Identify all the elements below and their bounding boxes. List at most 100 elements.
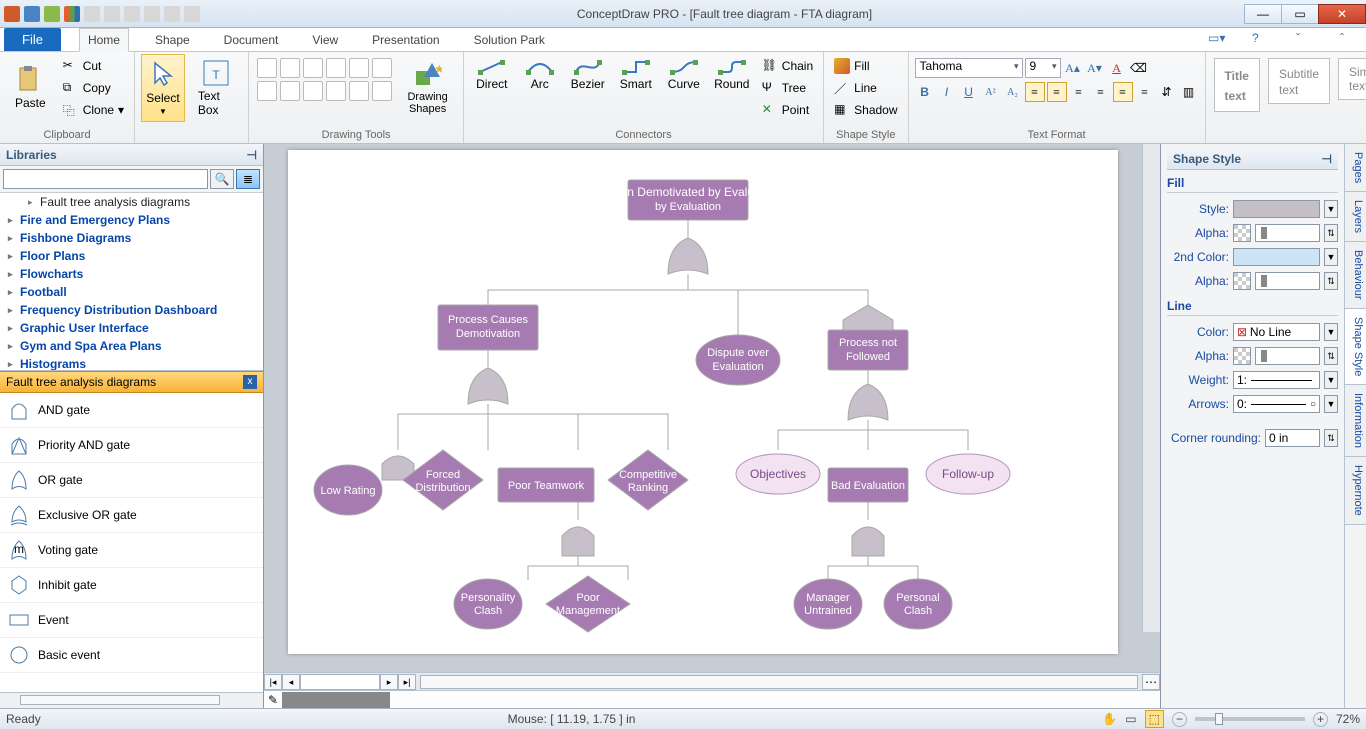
bezier-button[interactable]: Bezier xyxy=(566,54,610,95)
line-weight-dropdown[interactable]: ▼ xyxy=(1324,371,1338,389)
align-right-button[interactable]: ≡ xyxy=(1069,82,1089,102)
libraries-hscroll[interactable] xyxy=(0,692,263,708)
tree-item[interactable]: Gym and Spa Area Plans xyxy=(0,337,263,355)
expand-ribbon-icon[interactable]: ˆ xyxy=(1340,31,1358,49)
file-tab[interactable]: File xyxy=(4,28,61,51)
window-list-icon[interactable]: ▭▾ xyxy=(1208,31,1226,49)
second-color-swatch[interactable] xyxy=(1233,248,1320,266)
library-section-header[interactable]: Fault tree analysis diagrams x xyxy=(0,371,263,393)
rtab-pages[interactable]: Pages xyxy=(1345,144,1366,192)
align-left-button[interactable]: ≡ xyxy=(1025,82,1045,102)
line-arrows-dropdown[interactable]: ▼ xyxy=(1324,395,1338,413)
qat-save-icon[interactable] xyxy=(24,6,40,22)
tab-view[interactable]: View xyxy=(304,29,346,51)
tree-item[interactable]: Frequency Distribution Dashboard xyxy=(0,301,263,319)
library-item-xor[interactable]: Exclusive OR gate xyxy=(0,498,263,533)
subscript-button[interactable]: A₂ xyxy=(1003,82,1023,102)
fill-button[interactable]: Fill xyxy=(830,56,901,76)
point-button[interactable]: ✕Point xyxy=(758,100,817,120)
paint-icon[interactable]: ✎ xyxy=(268,693,278,707)
second-color-dropdown[interactable]: ▼ xyxy=(1324,248,1338,266)
qat-paste-icon[interactable] xyxy=(164,6,180,22)
maximize-button[interactable]: ▭ xyxy=(1281,4,1319,24)
rounding-spin[interactable]: ⇅ xyxy=(1324,429,1338,447)
collapse-ribbon-icon[interactable]: ˇ xyxy=(1296,31,1314,49)
canvas[interactable]: Person Demotivated by Evaluation by Eval… xyxy=(264,144,1160,672)
close-section-icon[interactable]: x xyxy=(243,375,257,389)
tree-button[interactable]: ΨTree xyxy=(758,78,817,98)
close-button[interactable]: ✕ xyxy=(1318,4,1366,24)
fit-page-icon[interactable]: ▭ xyxy=(1125,712,1136,726)
columns-button[interactable]: ▥ xyxy=(1179,82,1199,102)
search-input[interactable] xyxy=(3,169,208,189)
line-weight[interactable]: 1: xyxy=(1233,371,1320,389)
zoom-slider[interactable] xyxy=(1195,717,1305,721)
library-item-event[interactable]: Event xyxy=(0,603,263,638)
corner-rounding[interactable]: 0 in xyxy=(1265,429,1320,447)
canvas-h-options[interactable]: ⋯ xyxy=(1142,674,1160,690)
library-tree[interactable]: Fault tree analysis diagrams Fire and Em… xyxy=(0,193,263,371)
line-button[interactable]: ／Line xyxy=(830,78,901,98)
cut-button[interactable]: ✂Cut xyxy=(59,56,128,76)
second-alpha-slider[interactable] xyxy=(1255,272,1320,290)
select-button[interactable]: Select▼ xyxy=(141,54,185,122)
tree-item[interactable]: Graphic User Interface xyxy=(0,319,263,337)
hand-tool-icon[interactable]: ✋ xyxy=(1102,712,1117,726)
tree-item[interactable]: Flowcharts xyxy=(0,265,263,283)
pin-icon[interactable]: ⊣ xyxy=(1322,152,1332,166)
qat-grid-icon[interactable] xyxy=(64,6,80,22)
fontsize-combo[interactable]: 9 xyxy=(1025,58,1061,78)
font-color-button[interactable]: A xyxy=(1107,58,1127,78)
sheet-next[interactable]: ▸ xyxy=(380,674,398,690)
shadow-button[interactable]: ▦Shadow xyxy=(830,100,901,120)
sheet-prev[interactable]: ◂ xyxy=(282,674,300,690)
align-middle-button[interactable]: ≡ xyxy=(1113,82,1133,102)
clone-button[interactable]: ⿻Clone ▾ xyxy=(59,100,128,120)
fit-width-icon[interactable]: ⬚ xyxy=(1145,710,1164,728)
tree-item[interactable]: Floor Plans xyxy=(0,247,263,265)
font-combo[interactable]: Tahoma xyxy=(915,58,1023,78)
curve-button[interactable]: Curve xyxy=(662,54,706,95)
round-button[interactable]: Round xyxy=(710,54,754,95)
grow-font-button[interactable]: A▴ xyxy=(1063,58,1083,78)
sheet-first[interactable]: |◂ xyxy=(264,674,282,690)
rtab-information[interactable]: Information xyxy=(1345,385,1366,457)
sheet-current[interactable] xyxy=(300,674,380,690)
line-color[interactable]: ⊠ No Line xyxy=(1233,323,1320,341)
qat-cut-icon[interactable] xyxy=(124,6,140,22)
rtab-behaviour[interactable]: Behaviour xyxy=(1345,242,1366,309)
tab-shape[interactable]: Shape xyxy=(147,29,198,51)
direct-button[interactable]: Direct xyxy=(470,54,514,95)
zoom-in-button[interactable]: + xyxy=(1313,712,1328,727)
tree-item[interactable]: Fishbone Diagrams xyxy=(0,229,263,247)
tab-presentation[interactable]: Presentation xyxy=(364,29,447,51)
app-icon[interactable] xyxy=(4,6,20,22)
second-alpha-spin[interactable]: ⇅ xyxy=(1324,272,1338,290)
italic-button[interactable]: I xyxy=(937,82,957,102)
rtab-hypernote[interactable]: Hypernote xyxy=(1345,457,1366,525)
underline-button[interactable]: U xyxy=(959,82,979,102)
rtab-shapestyle[interactable]: Shape Style xyxy=(1345,309,1366,385)
line-alpha-spin[interactable]: ⇅ xyxy=(1324,347,1338,365)
tab-solution-park[interactable]: Solution Park xyxy=(466,29,553,51)
search-button[interactable]: 🔍 xyxy=(210,169,234,189)
arc-button[interactable]: Arc xyxy=(518,54,562,95)
smart-button[interactable]: Smart xyxy=(614,54,658,95)
library-item-or[interactable]: OR gate xyxy=(0,463,263,498)
qat-redo-icon[interactable] xyxy=(104,6,120,22)
fill-alpha-spin[interactable]: ⇅ xyxy=(1324,224,1338,242)
rtab-layers[interactable]: Layers xyxy=(1345,192,1366,242)
subtitle-style-button[interactable]: Subtitle text xyxy=(1268,58,1330,104)
zoom-out-button[interactable]: − xyxy=(1172,712,1187,727)
line-spacing-button[interactable]: ⇵ xyxy=(1157,82,1177,102)
simple-style-button[interactable]: Simple text xyxy=(1338,58,1366,100)
drawing-shapes-button[interactable]: ★ Drawing Shapes xyxy=(398,54,456,122)
minimize-button[interactable]: — xyxy=(1244,4,1282,24)
chain-button[interactable]: ⛓Chain xyxy=(758,56,817,76)
pin-icon[interactable]: ⊣ xyxy=(247,148,257,162)
qat-dropdown-icon[interactable] xyxy=(184,6,200,22)
shrink-font-button[interactable]: A▾ xyxy=(1085,58,1105,78)
canvas-vscroll[interactable] xyxy=(1142,144,1160,632)
help-icon[interactable]: ? xyxy=(1252,31,1270,49)
copy-button[interactable]: ⧉Copy xyxy=(59,78,128,98)
